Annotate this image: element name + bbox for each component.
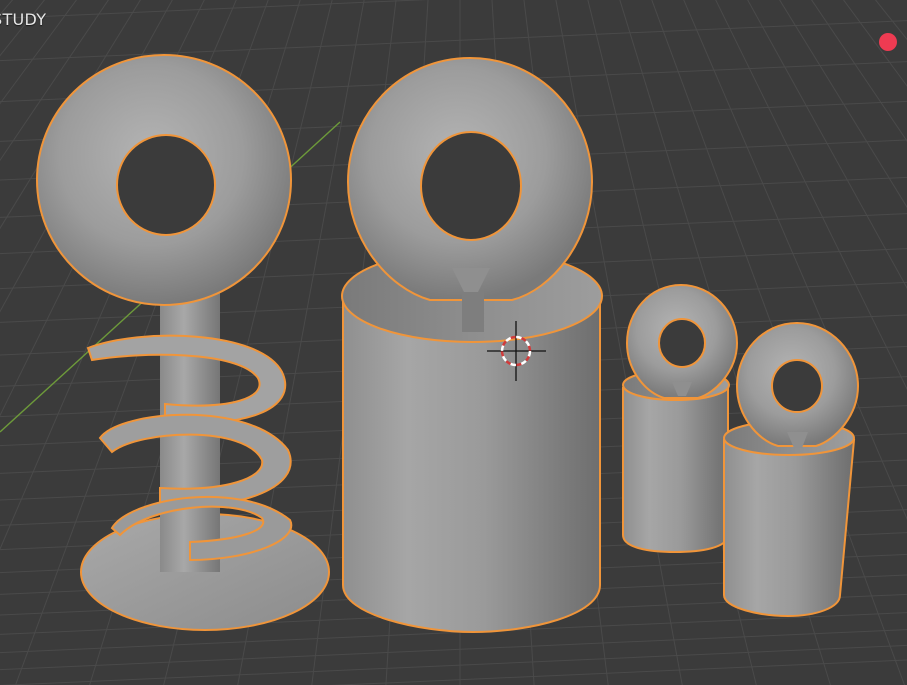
ring-large-cylinder-object[interactable] xyxy=(341,56,603,634)
viewport-overlay-text: STUDY xyxy=(0,10,47,29)
ring-small-cylinder-2-object[interactable] xyxy=(723,321,860,618)
3d-viewport[interactable]: STUDY xyxy=(0,0,907,685)
record-dot-icon xyxy=(879,33,897,51)
viewport-scene[interactable] xyxy=(0,0,907,685)
ring-small-cylinder-1-object[interactable] xyxy=(622,283,739,554)
